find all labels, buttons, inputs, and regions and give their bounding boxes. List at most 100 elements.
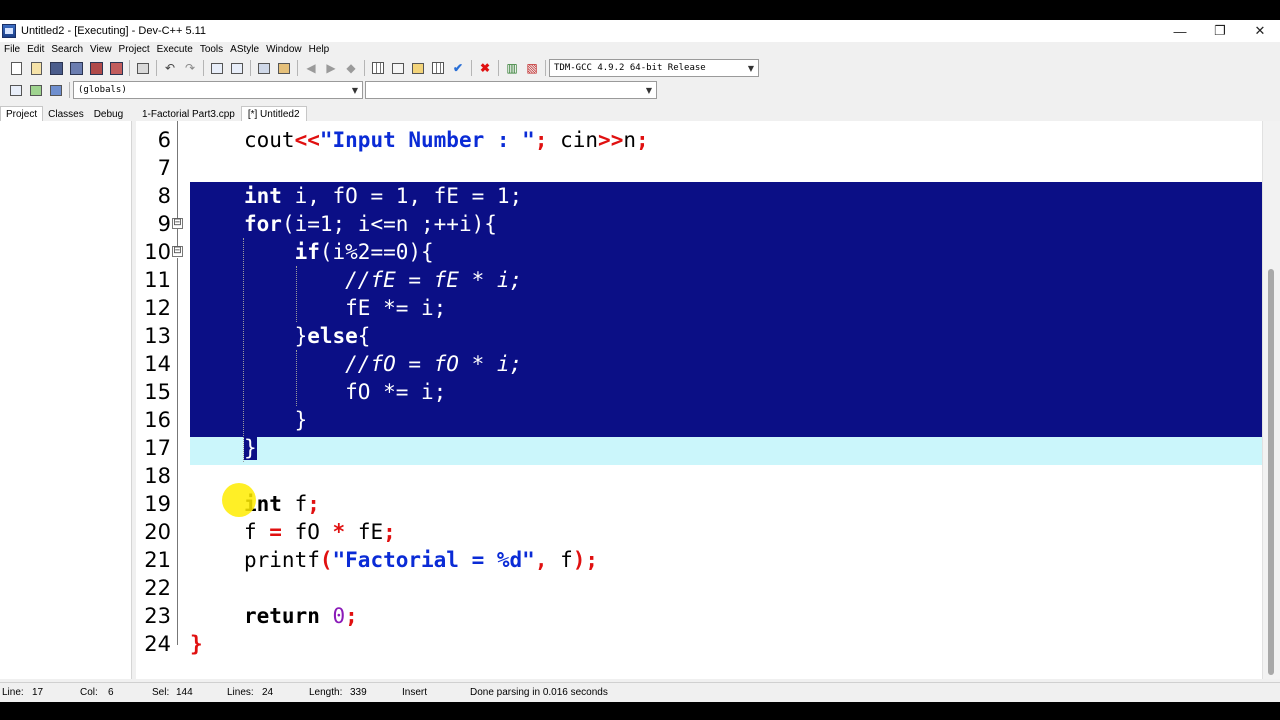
menu-view[interactable]: View	[86, 44, 115, 55]
rebuild-all-button[interactable]	[430, 60, 446, 76]
code-line-14: //fO = fO * i;	[345, 352, 523, 376]
bookmark-prev-icon: ◀	[306, 61, 316, 75]
tab-debug[interactable]: Debug	[89, 107, 128, 122]
goto-declaration-button[interactable]	[28, 82, 44, 98]
menu-search[interactable]: Search	[47, 44, 86, 55]
close-file-button[interactable]	[88, 60, 104, 76]
devcpp-app-icon	[2, 24, 16, 38]
code-editor[interactable]: 6 7 8 9 10 11 12 13 14 15 16 17 18 19 20…	[136, 121, 1280, 679]
new-file-button[interactable]	[8, 60, 24, 76]
find-button[interactable]	[209, 60, 225, 76]
close-button[interactable]: ✕	[1240, 20, 1280, 42]
menu-edit[interactable]: Edit	[23, 44, 47, 55]
status-length-label: Length:	[309, 687, 343, 698]
menu-window[interactable]: Window	[262, 44, 305, 55]
scope-select[interactable]: (globals) ▼	[73, 81, 363, 99]
chevron-down-icon: ▼	[351, 85, 358, 95]
window-title: Untitled2 - [Executing] - Dev-C++ 5.11	[21, 25, 207, 37]
compile-run-button[interactable]	[410, 60, 426, 76]
status-insert-mode: Insert	[402, 687, 428, 698]
status-bar: Line: 17 Col: 6 Sel: 144 Lines: 24 Lengt…	[0, 682, 1280, 702]
maximize-button[interactable]: ❐	[1200, 20, 1240, 42]
main-toolbar: ↶ ↷ ◀ ▶ ◆ ✔ ✖ ▥ ▧ TDM-GCC 4.9.2 64-bit R…	[0, 57, 759, 79]
toolbar-separator	[471, 60, 472, 76]
line-number: 22	[144, 576, 171, 600]
open-file-icon	[30, 61, 42, 75]
tab-project[interactable]: Project	[0, 106, 44, 122]
code-line-15: fO *= i;	[244, 380, 447, 404]
code-line-10: if(i%2==0){	[294, 240, 434, 264]
tab-untitled2[interactable]: [*] Untitled2	[240, 106, 307, 122]
syntax-check-button[interactable]: ✔	[450, 60, 466, 76]
line-number: 7	[157, 156, 171, 180]
status-lines-label: Lines:	[227, 687, 254, 698]
chevron-down-icon: ▼	[747, 63, 754, 73]
open-file-button[interactable]	[28, 60, 44, 76]
goto-line-button[interactable]	[256, 60, 272, 76]
line-number: 18	[144, 464, 171, 488]
screen: Untitled2 - [Executing] - Dev-C++ 5.11 —…	[0, 20, 1280, 702]
toolbar-separator	[250, 60, 251, 76]
replace-button[interactable]	[229, 60, 245, 76]
goto-function-button[interactable]	[276, 60, 292, 76]
menu-help[interactable]: Help	[305, 44, 333, 55]
rebuild-all-icon	[432, 62, 444, 74]
menu-bar: File Edit Search View Project Execute To…	[0, 42, 332, 56]
toolbar-separator	[545, 60, 546, 76]
fold-collapse-icon[interactable]: ⊟	[172, 246, 183, 257]
fold-collapse-icon[interactable]: ⊟	[172, 218, 183, 229]
menu-tools[interactable]: Tools	[196, 44, 226, 55]
title-bar: Untitled2 - [Executing] - Dev-C++ 5.11 —…	[0, 20, 1280, 42]
scrollbar-thumb[interactable]	[1268, 269, 1274, 675]
menu-project[interactable]: Project	[115, 44, 153, 55]
save-icon	[49, 61, 63, 75]
vertical-scrollbar[interactable]	[1262, 121, 1280, 679]
undo-button[interactable]: ↶	[162, 60, 178, 76]
function-select[interactable]: ▼	[365, 81, 657, 99]
line-number: 17	[144, 436, 171, 460]
insert-button[interactable]	[8, 82, 24, 98]
run-icon	[392, 62, 404, 74]
window-controls: — ❐ ✕	[1160, 20, 1280, 42]
compiler-select[interactable]: TDM-GCC 4.9.2 64-bit Release ▼	[549, 59, 759, 77]
stop-execution-button[interactable]: ✖	[477, 60, 493, 76]
redo-button[interactable]: ↷	[182, 60, 198, 76]
fold-line	[177, 230, 178, 246]
class-browser-toolbar: (globals) ▼ ▼	[0, 79, 657, 101]
line-number: 8	[157, 184, 171, 208]
close-file-icon	[89, 61, 103, 75]
goto-function-icon	[278, 62, 290, 74]
save-button[interactable]	[48, 60, 64, 76]
menu-execute[interactable]: Execute	[153, 44, 196, 55]
code-line-21: printf("Factorial = %d", f);	[244, 548, 599, 572]
redo-icon: ↷	[184, 61, 196, 75]
bookmark-next-button[interactable]: ▶	[323, 60, 339, 76]
run-button[interactable]	[390, 60, 406, 76]
status-line-value: 17	[32, 687, 44, 698]
save-all-button[interactable]	[68, 60, 84, 76]
menu-astyle[interactable]: AStyle	[226, 44, 262, 55]
line-number: 13	[144, 324, 171, 348]
compile-button[interactable]	[370, 60, 386, 76]
undo-icon: ↶	[164, 61, 176, 75]
close-all-button[interactable]	[108, 60, 124, 76]
status-sel-label: Sel:	[152, 687, 170, 698]
tab-factorial-part3[interactable]: 1-Factorial Part3.cpp	[136, 107, 241, 122]
print-button[interactable]	[135, 60, 151, 76]
chevron-down-icon: ▼	[645, 85, 652, 95]
profile-button[interactable]: ▥	[504, 60, 520, 76]
delete-profile-button[interactable]: ▧	[524, 60, 540, 76]
status-lines-value: 24	[262, 687, 274, 698]
print-icon	[137, 62, 149, 74]
menu-file[interactable]: File	[0, 44, 23, 55]
close-all-icon	[109, 61, 123, 75]
toolbar-separator	[69, 82, 70, 98]
tab-classes[interactable]: Classes	[43, 107, 89, 122]
goto-definition-button[interactable]	[48, 82, 64, 98]
bookmark-prev-button[interactable]: ◀	[303, 60, 319, 76]
line-number: 9	[157, 212, 171, 236]
minimize-button[interactable]: —	[1160, 20, 1200, 42]
chart-icon: ▥	[506, 61, 518, 75]
bookmark-toggle-button[interactable]: ◆	[343, 60, 359, 76]
project-panel	[0, 121, 132, 679]
